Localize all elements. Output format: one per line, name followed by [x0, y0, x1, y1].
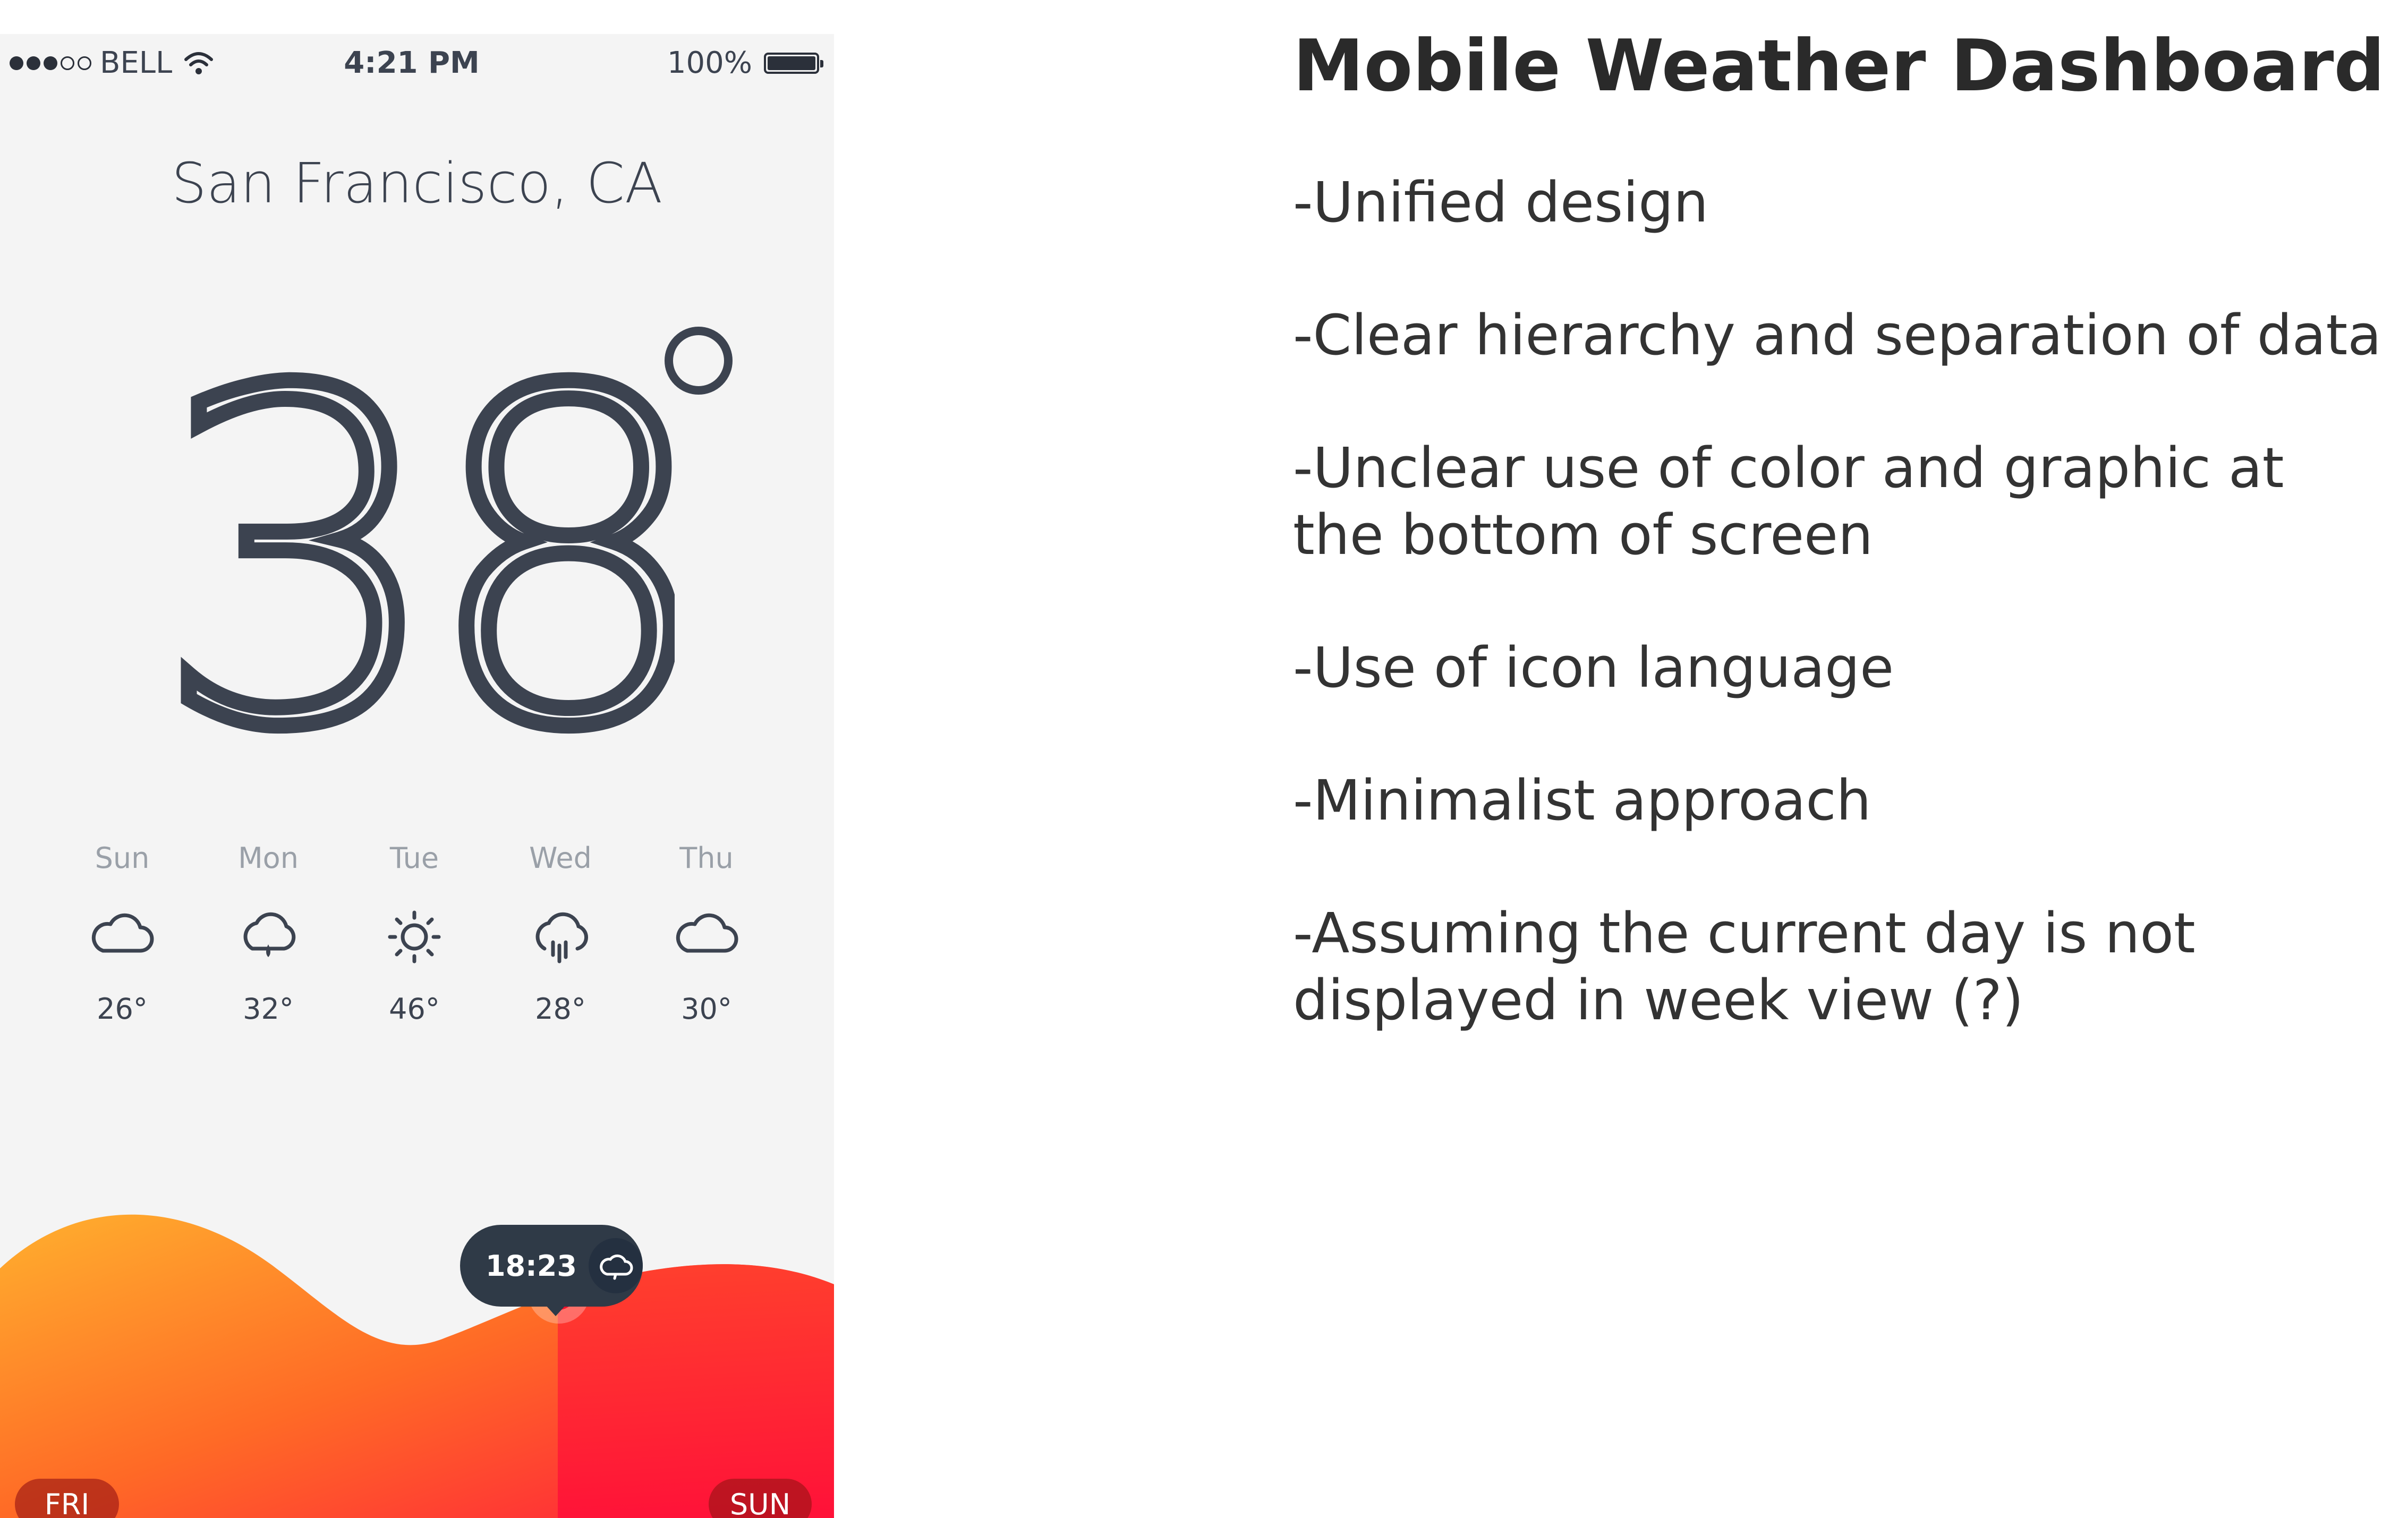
- note-item: -Minimalist approach: [1293, 768, 1871, 833]
- cloud-heavy-rain-icon: [535, 912, 589, 963]
- battery-percent: 100%: [667, 46, 752, 80]
- forecast-day[interactable]: Mon 32°: [210, 841, 327, 1026]
- day-temp: 26°: [97, 992, 148, 1026]
- week-forecast: Sun 26° Mon 32° Tue 46° Wed 28° Thu 30°: [64, 841, 765, 1026]
- phone-mockup: BELL 4:21 PM 100% San Francisco, CA 38 S…: [0, 34, 834, 1518]
- forecast-day[interactable]: Sun 26°: [64, 841, 181, 1026]
- day-name: Thu: [679, 841, 734, 875]
- day-name: Mon: [238, 841, 299, 875]
- degree-icon: [665, 327, 733, 395]
- note-item: -Unified design: [1293, 170, 1709, 235]
- day-name: Tue: [389, 841, 439, 875]
- day-temp: 30°: [681, 992, 732, 1026]
- status-bar: BELL 4:21 PM 100%: [0, 34, 834, 92]
- forecast-day[interactable]: Thu 30°: [648, 841, 765, 1026]
- battery-icon: [764, 52, 823, 74]
- temperature-timeline-graph[interactable]: [0, 1199, 834, 1518]
- sun-icon: [388, 910, 441, 963]
- note-item: -Unclear use of color and graphic at the…: [1293, 436, 2284, 567]
- current-temperature: 38: [146, 287, 675, 746]
- day-name: Wed: [529, 841, 592, 875]
- tooltip-time: 18:23: [486, 1249, 577, 1283]
- timeline-tooltip: 18:23: [460, 1225, 643, 1316]
- day-temp: 46°: [389, 992, 440, 1026]
- cloud-icon: [676, 913, 738, 953]
- note-item: -Use of icon language: [1293, 635, 1894, 700]
- day-name: Sun: [95, 841, 150, 875]
- notes-title: Mobile Weather Dashboard: [1293, 24, 2385, 107]
- timeline-start-label[interactable]: FRI: [15, 1479, 119, 1518]
- cloud-rain-drop-icon: [243, 912, 296, 957]
- cloud-icon: [588, 1238, 643, 1293]
- current-temperature-value: 38: [154, 295, 675, 746]
- forecast-day[interactable]: Tue 46°: [356, 841, 473, 1026]
- day-temp: 32°: [243, 992, 294, 1026]
- note-item: -Clear hierarchy and separation of data: [1293, 303, 2381, 368]
- cloud-icon: [91, 913, 154, 953]
- city-name: San Francisco, CA: [171, 151, 663, 216]
- forecast-day[interactable]: Wed 28°: [502, 841, 619, 1026]
- status-right: 100%: [667, 46, 823, 80]
- day-temp: 28°: [535, 992, 586, 1026]
- timeline-end-label[interactable]: SUN: [709, 1479, 812, 1518]
- note-item: -Assuming the current day is not display…: [1293, 901, 2196, 1033]
